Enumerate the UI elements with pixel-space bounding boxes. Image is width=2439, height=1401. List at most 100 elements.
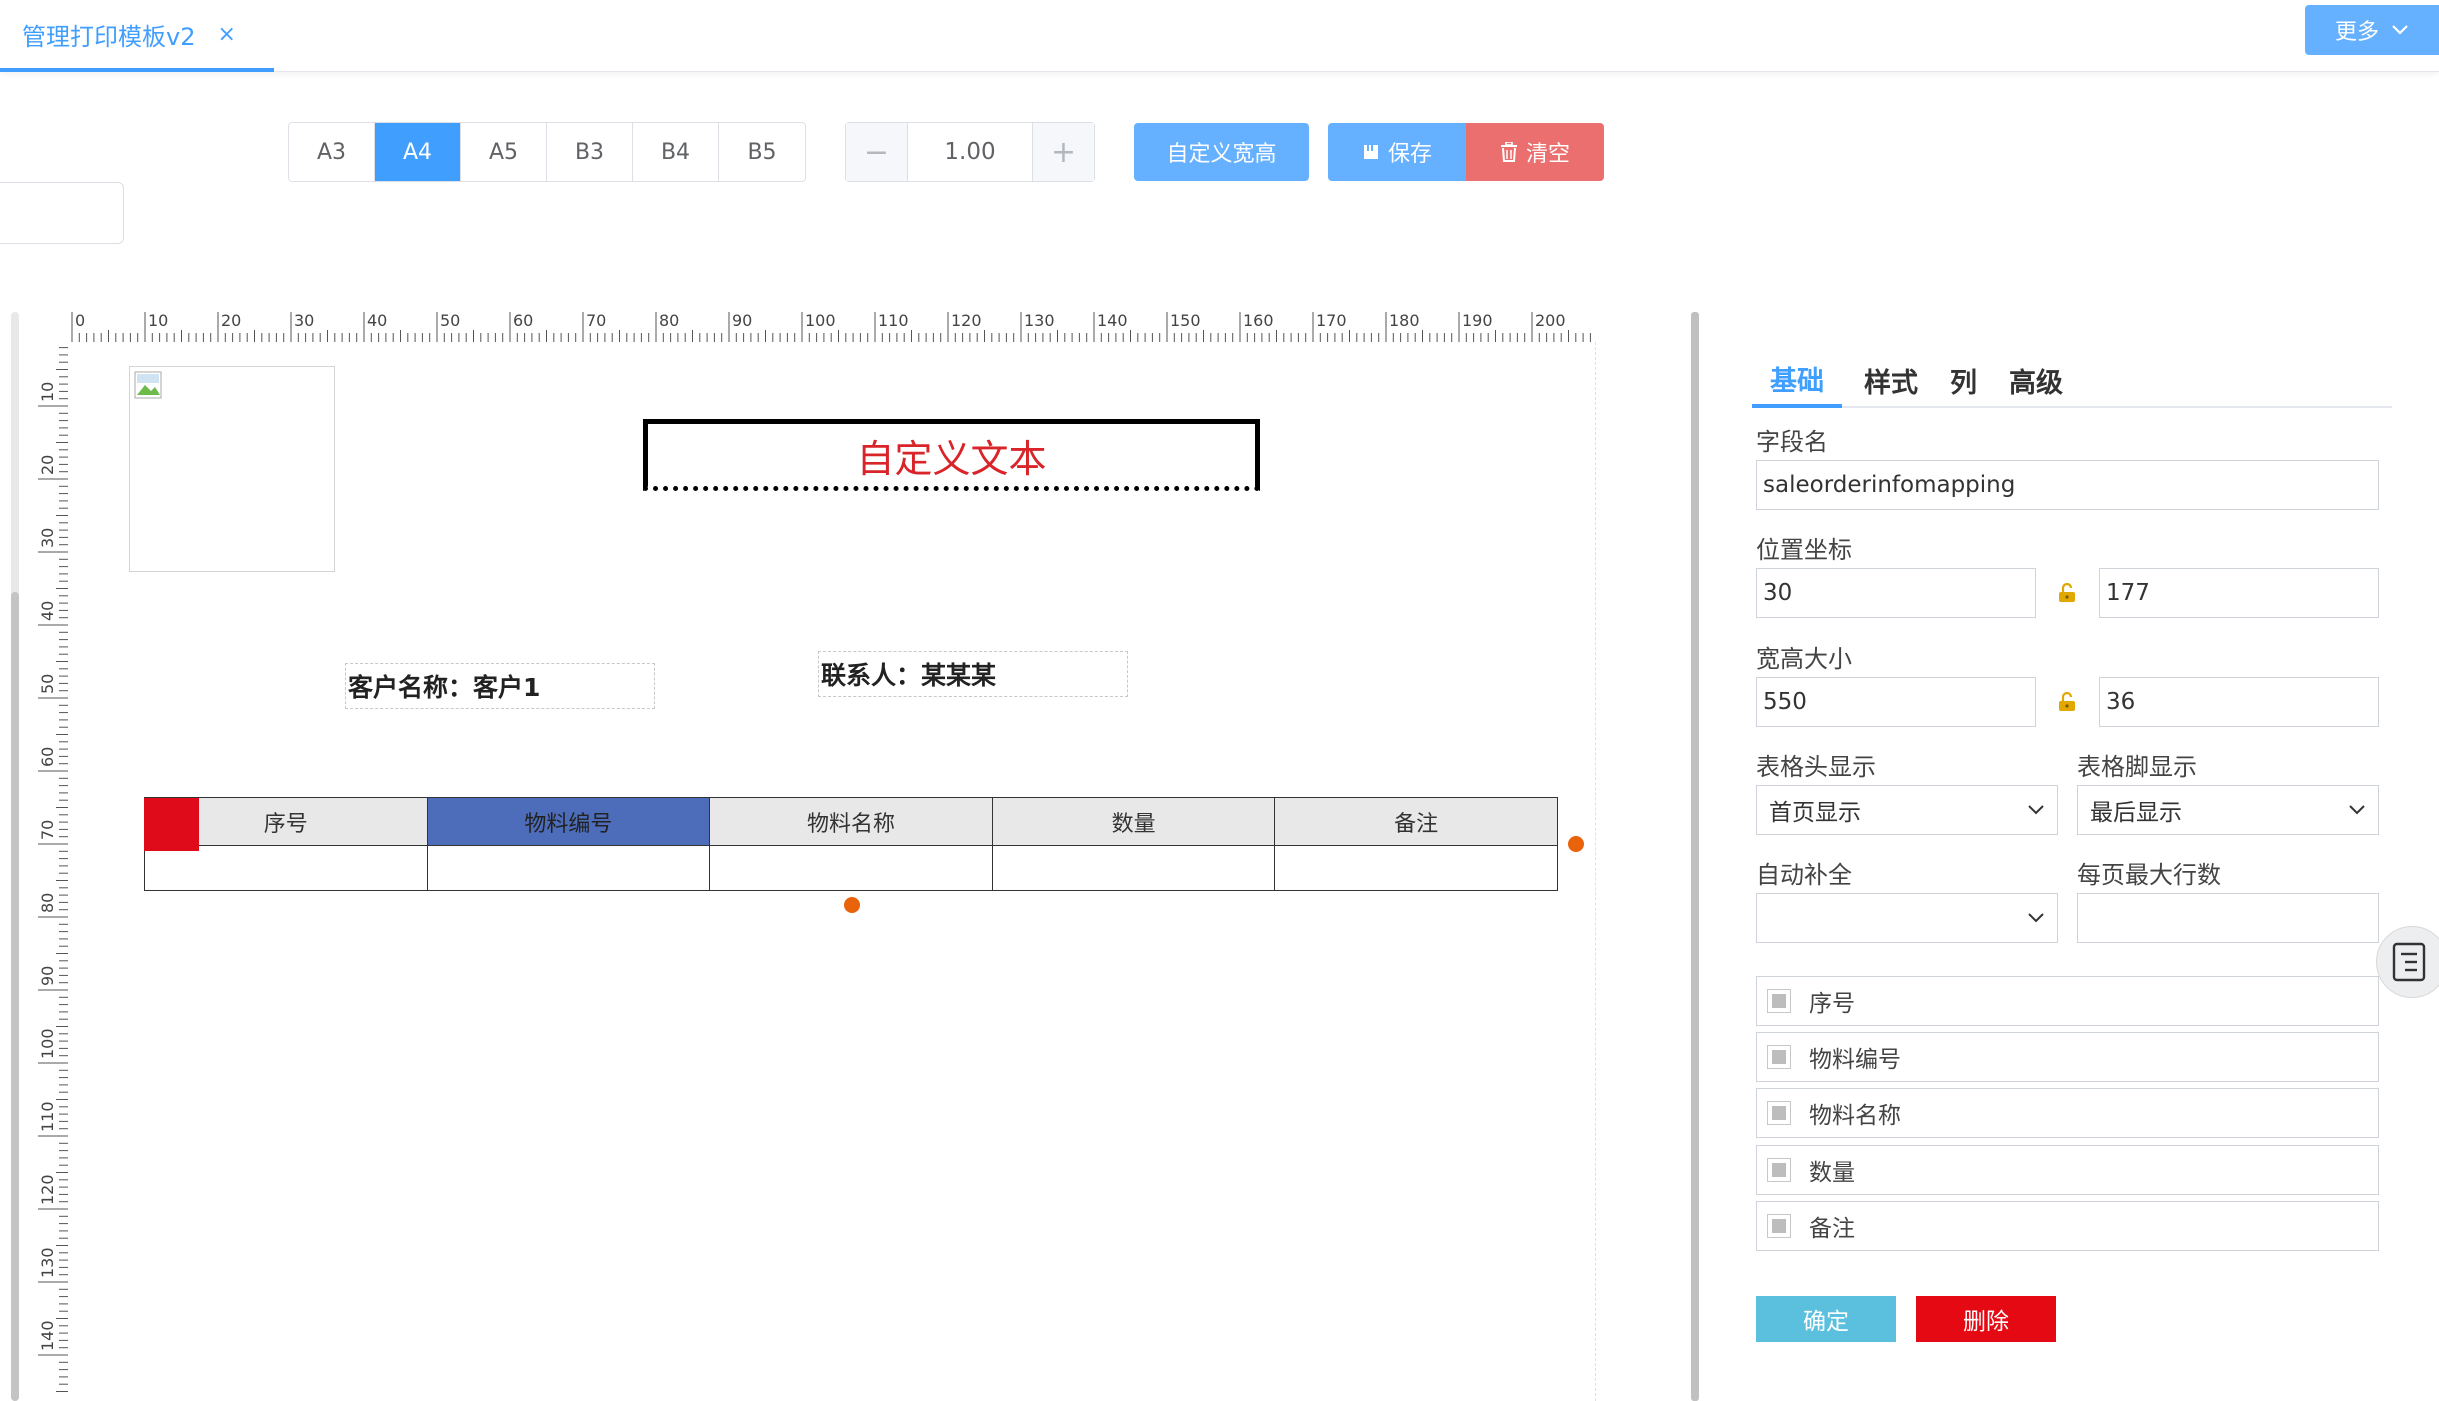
ruler-label: 0 xyxy=(75,312,85,330)
document-float-button[interactable] xyxy=(2376,926,2439,998)
paper-size-a3-button[interactable]: A3 xyxy=(289,123,375,181)
image-element[interactable] xyxy=(129,366,335,572)
position-x-input[interactable]: 30 xyxy=(1756,568,2036,618)
column-checkbox[interactable] xyxy=(1767,989,1791,1013)
table-header-cell-selected[interactable]: 物料编号 xyxy=(426,797,711,846)
tab-style[interactable]: 样式 xyxy=(1854,352,1928,408)
paper-size-a4-button[interactable]: A4 xyxy=(375,123,461,181)
customer-name-field[interactable]: 客户名称：客户1 xyxy=(345,663,655,709)
table-header-cell[interactable]: 备注 xyxy=(1274,797,1558,846)
tab-title: 管理打印模板v2 xyxy=(22,22,196,51)
zoom-stepper: − 1.00 + xyxy=(845,122,1095,182)
tab-columns[interactable]: 列 xyxy=(1940,352,1987,408)
table-drag-handle[interactable] xyxy=(144,798,199,851)
resize-handle-bottom[interactable] xyxy=(844,897,860,913)
custom-size-button[interactable]: 自定义宽高 xyxy=(1134,123,1309,181)
tab-basic[interactable]: 基础 xyxy=(1752,352,1842,408)
column-label: 数量 xyxy=(1809,1160,1855,1186)
column-checkbox[interactable] xyxy=(1767,1045,1791,1069)
footer-display-value: 最后显示 xyxy=(2090,800,2182,826)
ruler-label: 40 xyxy=(38,601,57,621)
table-header-cell[interactable]: 数量 xyxy=(991,797,1276,846)
column-row[interactable]: 物料名称 xyxy=(1756,1088,2379,1138)
field-name-label: 字段名 xyxy=(1756,428,1828,456)
column-label: 物料名称 xyxy=(1809,1103,1901,1129)
column-checkbox[interactable] xyxy=(1767,1214,1791,1238)
ruler-label: 130 xyxy=(38,1247,57,1278)
panel-divider[interactable] xyxy=(1691,312,1699,1401)
ruler-label: 90 xyxy=(38,966,57,986)
more-button[interactable]: 更多 xyxy=(2305,5,2439,55)
paper-size-b5-button[interactable]: B5 xyxy=(719,123,805,181)
paper-size-b4-button[interactable]: B4 xyxy=(633,123,719,181)
ruler-label: 60 xyxy=(513,312,533,330)
header-display-select[interactable]: 首页显示 xyxy=(1756,785,2058,835)
zoom-value[interactable]: 1.00 xyxy=(908,123,1032,181)
tab-advanced[interactable]: 高级 xyxy=(1999,352,2073,408)
paper-size-b3-button[interactable]: B3 xyxy=(547,123,633,181)
max-rows-label: 每页最大行数 xyxy=(2077,861,2221,889)
resize-handle-right[interactable] xyxy=(1568,836,1584,852)
table-cell xyxy=(709,845,993,891)
ruler-label: 100 xyxy=(805,312,836,330)
delete-button[interactable]: 删除 xyxy=(1916,1296,2056,1342)
header-display-label: 表格头显示 xyxy=(1756,753,1876,781)
confirm-button[interactable]: 确定 xyxy=(1756,1296,1896,1342)
column-checkbox[interactable] xyxy=(1767,1158,1791,1182)
custom-text-element[interactable]: 自定义文本 xyxy=(643,419,1260,491)
contact-field[interactable]: 联系人：某某某 xyxy=(818,651,1128,697)
column-row[interactable]: 物料编号 xyxy=(1756,1032,2379,1082)
column-row[interactable]: 数量 xyxy=(1756,1145,2379,1195)
column-row[interactable]: 备注 xyxy=(1756,1201,2379,1251)
footer-display-label: 表格脚显示 xyxy=(2077,753,2197,781)
height-input[interactable]: 36 xyxy=(2099,677,2379,727)
save-button[interactable]: 保存 xyxy=(1328,123,1466,181)
autofill-select[interactable] xyxy=(1756,893,2058,943)
table-row xyxy=(144,845,1558,891)
column-label: 序号 xyxy=(1809,991,1855,1017)
ruler-label: 160 xyxy=(1243,312,1274,330)
template-select-input[interactable] xyxy=(0,182,124,244)
ruler-label: 110 xyxy=(38,1101,57,1132)
max-rows-input[interactable] xyxy=(2077,893,2379,943)
detail-table[interactable]: 序号 物料编号 物料名称 数量 备注 xyxy=(144,797,1558,891)
column-label: 物料编号 xyxy=(1809,1047,1901,1073)
column-label: 备注 xyxy=(1809,1216,1855,1242)
ruler-label: 50 xyxy=(440,312,460,330)
ruler-label: 140 xyxy=(38,1320,57,1351)
vertical-ruler: 10 20 30 40 50 60 70 80 90 100 110 120 130 140 xyxy=(38,347,68,1392)
close-icon[interactable]: × xyxy=(217,22,235,47)
zoom-plus-button[interactable]: + xyxy=(1032,123,1094,181)
clear-button[interactable]: 清空 xyxy=(1466,123,1604,181)
ruler-label: 180 xyxy=(1389,312,1420,330)
ruler-label: 30 xyxy=(294,312,314,330)
position-y-input[interactable]: 177 xyxy=(2099,568,2379,618)
footer-display-select[interactable]: 最后显示 xyxy=(2077,785,2379,835)
ruler-label: 80 xyxy=(38,893,57,913)
chevron-down-icon xyxy=(2349,805,2365,815)
chevron-down-icon xyxy=(2392,25,2408,35)
horizontal-ruler: 0 10 20 30 40 50 60 70 80 90 100 110 120 130 140 150 160… xyxy=(71,312,1591,342)
canvas-scrollbar[interactable] xyxy=(11,312,19,1401)
width-input[interactable]: 550 xyxy=(1756,677,2036,727)
document-list-icon xyxy=(2392,942,2426,982)
column-row[interactable]: 序号 xyxy=(1756,976,2379,1026)
paper-size-a5-button[interactable]: A5 xyxy=(461,123,547,181)
table-header-cell[interactable]: 物料名称 xyxy=(709,797,993,846)
tab-print-template[interactable]: 管理打印模板v2 × xyxy=(0,0,274,72)
ruler-label: 50 xyxy=(38,674,57,694)
field-name-input[interactable]: saleorderinfomapping xyxy=(1756,460,2379,510)
panel-tabs: 基础 样式 列 高级 xyxy=(1752,352,2392,408)
scrollbar-thumb[interactable] xyxy=(11,592,19,1401)
unlock-icon[interactable] xyxy=(2057,583,2077,603)
ruler-label: 10 xyxy=(38,382,57,402)
unlock-icon[interactable] xyxy=(2057,692,2077,712)
chevron-down-icon xyxy=(2028,913,2044,923)
zoom-minus-button[interactable]: − xyxy=(846,123,908,181)
ruler-label: 200 xyxy=(1535,312,1566,330)
column-checkbox[interactable] xyxy=(1767,1101,1791,1125)
ruler-label: 70 xyxy=(38,820,57,840)
ruler-label: 110 xyxy=(878,312,909,330)
ruler-label: 100 xyxy=(38,1028,57,1059)
save-label: 保存 xyxy=(1387,142,1432,167)
